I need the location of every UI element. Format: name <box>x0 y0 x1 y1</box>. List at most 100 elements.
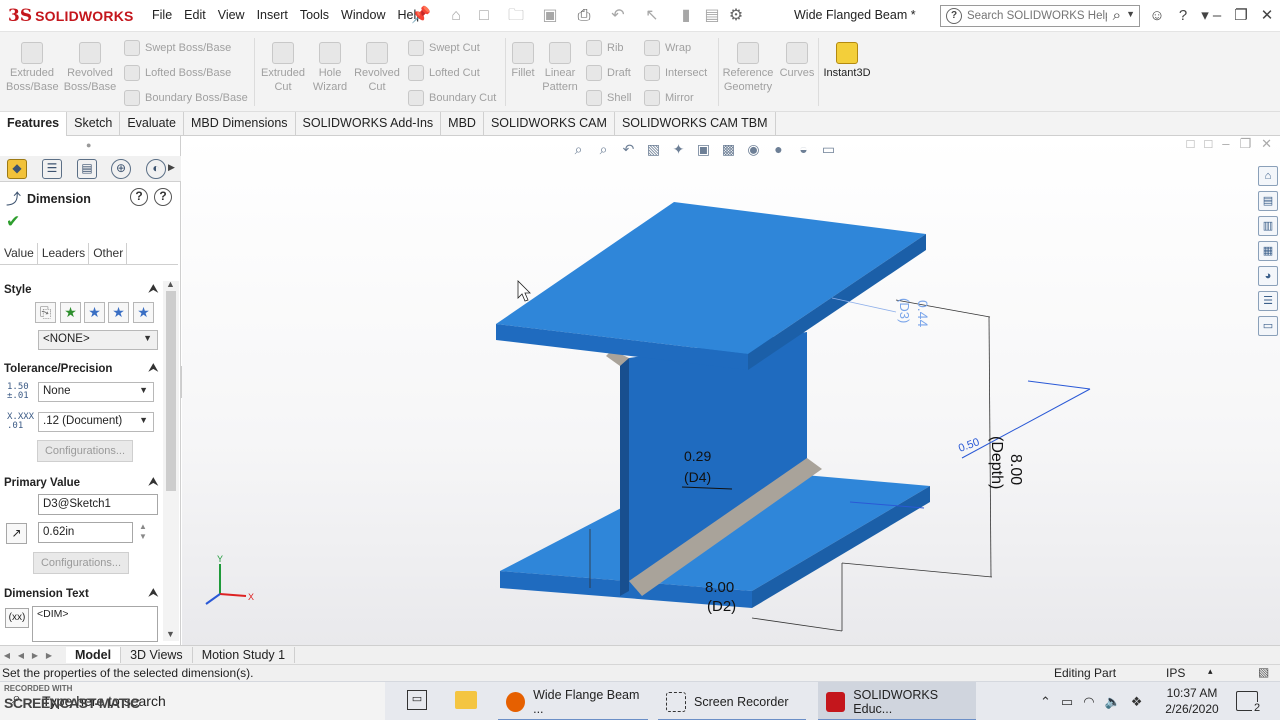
extruded-boss-button[interactable]: Extruded Boss/Base <box>6 42 59 94</box>
show-hidden-icons-icon[interactable]: ⌃ <box>1040 694 1051 710</box>
extruded-cut-button[interactable]: Extruded Cut <box>258 42 308 94</box>
linear-pattern-button[interactable]: Linear Pattern <box>540 42 580 94</box>
boundary-boss-button[interactable]: Boundary Boss/Base <box>124 90 248 106</box>
hide-show-items-icon[interactable]: ◉ <box>744 140 763 159</box>
menu-file[interactable]: File <box>146 8 178 22</box>
doc-close-icon[interactable]: ✕ <box>1261 136 1272 152</box>
delete-style-icon[interactable]: ★ <box>84 302 105 323</box>
undo-icon[interactable]: ↶ <box>608 6 628 26</box>
battery-icon[interactable]: ▭ <box>1061 694 1073 710</box>
menu-window[interactable]: Window <box>335 8 391 22</box>
hole-wizard-button[interactable]: Hole Wizard <box>308 42 352 94</box>
tab-value[interactable]: Value <box>0 243 38 264</box>
swept-cut-button[interactable]: Swept Cut <box>408 40 480 56</box>
menu-view[interactable]: View <box>212 8 251 22</box>
intersect-button[interactable]: Intersect <box>644 65 707 81</box>
file-explorer-icon[interactable]: ▥ <box>1258 216 1278 236</box>
tab-solidworks-cam[interactable]: SOLIDWORKS CAM <box>484 112 615 136</box>
model-viewport[interactable]: 0.44 (D3) 0.29 (D4) 8.00 (D2) 8.00 (Dept… <box>182 136 1280 645</box>
configuration-manager-icon[interactable]: ▤ <box>77 159 97 179</box>
design-library-icon[interactable]: ▤ <box>1258 191 1278 211</box>
tab-mbd[interactable]: MBD <box>441 112 484 136</box>
view-palette-icon[interactable]: ▦ <box>1258 241 1278 261</box>
new-document-icon[interactable]: □ <box>474 6 494 26</box>
doc-cascade-icon[interactable]: □ <box>1204 136 1212 152</box>
open-folder-icon[interactable]: 🗀 <box>506 6 526 26</box>
display-manager-icon[interactable]: ◐ <box>146 159 166 179</box>
fillet-button[interactable]: Fillet <box>508 42 538 80</box>
dimension-text-field[interactable]: <DIM> <box>32 606 158 642</box>
options-gear-icon[interactable]: ⚙ <box>726 6 746 26</box>
doc-tile-icon[interactable]: □ <box>1186 136 1194 152</box>
menu-tools[interactable]: Tools <box>294 8 335 22</box>
property-manager-scrollbar[interactable]: ▲ ▼ <box>163 279 179 641</box>
menu-insert[interactable]: Insert <box>251 8 294 22</box>
volume-icon[interactable]: 🔈 <box>1105 694 1121 710</box>
tolerance-type-select[interactable]: None ▼ <box>38 382 154 402</box>
tab-leaders[interactable]: Leaders <box>38 243 90 264</box>
depth-value[interactable]: 8.00 <box>1007 454 1024 485</box>
section-view-icon[interactable]: ▧ <box>644 140 663 159</box>
wrap-button[interactable]: Wrap <box>644 40 691 56</box>
value-spinner-icon[interactable]: ▲ ▼ <box>139 522 147 542</box>
file-explorer-taskbar-icon[interactable] <box>455 691 477 709</box>
scroll-thumb[interactable] <box>166 291 176 491</box>
dropbox-icon[interactable]: ❖ <box>1131 694 1143 710</box>
units-dropdown-icon[interactable]: ▴ <box>1208 666 1213 677</box>
help-search-box[interactable]: ? ⌕ ▼ <box>940 5 1140 27</box>
tab-model[interactable]: Model <box>66 647 122 663</box>
solidworks-resources-icon[interactable]: ⌂ <box>1258 166 1278 186</box>
custom-properties-icon[interactable]: ☰ <box>1258 291 1278 311</box>
print-icon[interactable]: ⎙ <box>574 6 594 26</box>
dynamic-annotation-icon[interactable]: ✦ <box>669 140 688 159</box>
prev-tab-icon[interactable]: ◀ <box>14 651 28 660</box>
d2-value[interactable]: 8.00 <box>705 579 734 596</box>
taskbar-solidworks[interactable]: SOLIDWORKS Educ... <box>818 682 976 720</box>
chevron-down-icon[interactable]: ▼ <box>1126 9 1135 19</box>
panel-grip-icon[interactable]: ● <box>86 140 91 150</box>
task-view-icon[interactable]: ▭ <box>407 690 427 710</box>
dimension-text-section-header[interactable]: Dimension Text ⮝ <box>4 587 160 600</box>
taskbar-firefox[interactable]: Wide Flange Beam ... <box>498 682 648 720</box>
tab-3d-views[interactable]: 3D Views <box>121 647 193 663</box>
pin-icon[interactable]: 📌 <box>411 6 431 26</box>
primary-value-section-header[interactable]: Primary Value ⮝ <box>4 476 160 489</box>
primary-value-arrow-icon[interactable]: ↗ <box>6 523 27 544</box>
appearances-scenes-icon[interactable]: ◕ <box>1258 266 1278 286</box>
lofted-boss-button[interactable]: Lofted Boss/Base <box>124 65 231 81</box>
scroll-down-icon[interactable]: ▼ <box>166 629 175 639</box>
tab-solidworks-add-ins[interactable]: SOLIDWORKS Add-Ins <box>296 112 442 136</box>
small-dimension-value[interactable]: 0.50 <box>957 436 981 455</box>
minimize-icon[interactable]: – <box>1204 4 1230 28</box>
d2-name[interactable]: (D2) <box>707 598 736 615</box>
tab-motion-study-1[interactable]: Motion Study 1 <box>193 647 296 663</box>
tab-solidworks-cam-tbm[interactable]: SOLIDWORKS CAM TBM <box>615 112 776 136</box>
tolerance-section-header[interactable]: Tolerance/Precision ⮝ <box>4 362 160 375</box>
apply-scene-icon[interactable]: ◒ <box>794 140 813 159</box>
taskbar-clock[interactable]: 10:37 AM 2/26/2020 <box>1156 685 1228 717</box>
first-tab-icon[interactable]: ◀ <box>0 651 14 660</box>
precision-select[interactable]: .12 (Document) ▼ <box>38 412 154 432</box>
revolved-cut-button[interactable]: Revolved Cut <box>352 42 402 94</box>
apply-default-style-icon[interactable]: ⎘ <box>35 302 56 323</box>
boundary-cut-button[interactable]: Boundary Cut <box>408 90 496 106</box>
chevron-right-icon[interactable]: ▶ <box>168 162 175 173</box>
taskbar-screen-recorder[interactable]: Screen Recorder <box>658 682 806 720</box>
help-icon[interactable]: ? <box>154 188 172 206</box>
curves-button[interactable]: Curves <box>778 42 816 80</box>
revolved-boss-button[interactable]: Revolved Boss/Base <box>62 42 118 94</box>
display-style-icon[interactable]: ▩ <box>719 140 738 159</box>
whats-wrong-help-icon[interactable]: ? <box>130 188 148 206</box>
swept-boss-button[interactable]: Swept Boss/Base <box>124 40 231 56</box>
help-search-input[interactable] <box>967 8 1107 24</box>
load-style-icon[interactable]: ★ <box>133 302 154 323</box>
style-select[interactable]: <NONE> ▼ <box>38 330 158 350</box>
primary-value-field[interactable]: 0.62in <box>38 522 133 543</box>
previous-view-icon[interactable]: ↶ <box>619 140 638 159</box>
user-account-icon[interactable]: ☺ <box>1144 4 1170 28</box>
close-icon[interactable]: ✕ <box>1254 4 1280 28</box>
zoom-to-fit-icon[interactable]: ⌕ <box>569 140 588 159</box>
file-properties-icon[interactable]: ▤ <box>702 6 722 26</box>
graphics-area[interactable]: 0.44 (D3) 0.29 (D4) 8.00 (D2) 8.00 (Dept… <box>182 136 1280 645</box>
d3-value[interactable]: 0.44 <box>915 300 931 327</box>
